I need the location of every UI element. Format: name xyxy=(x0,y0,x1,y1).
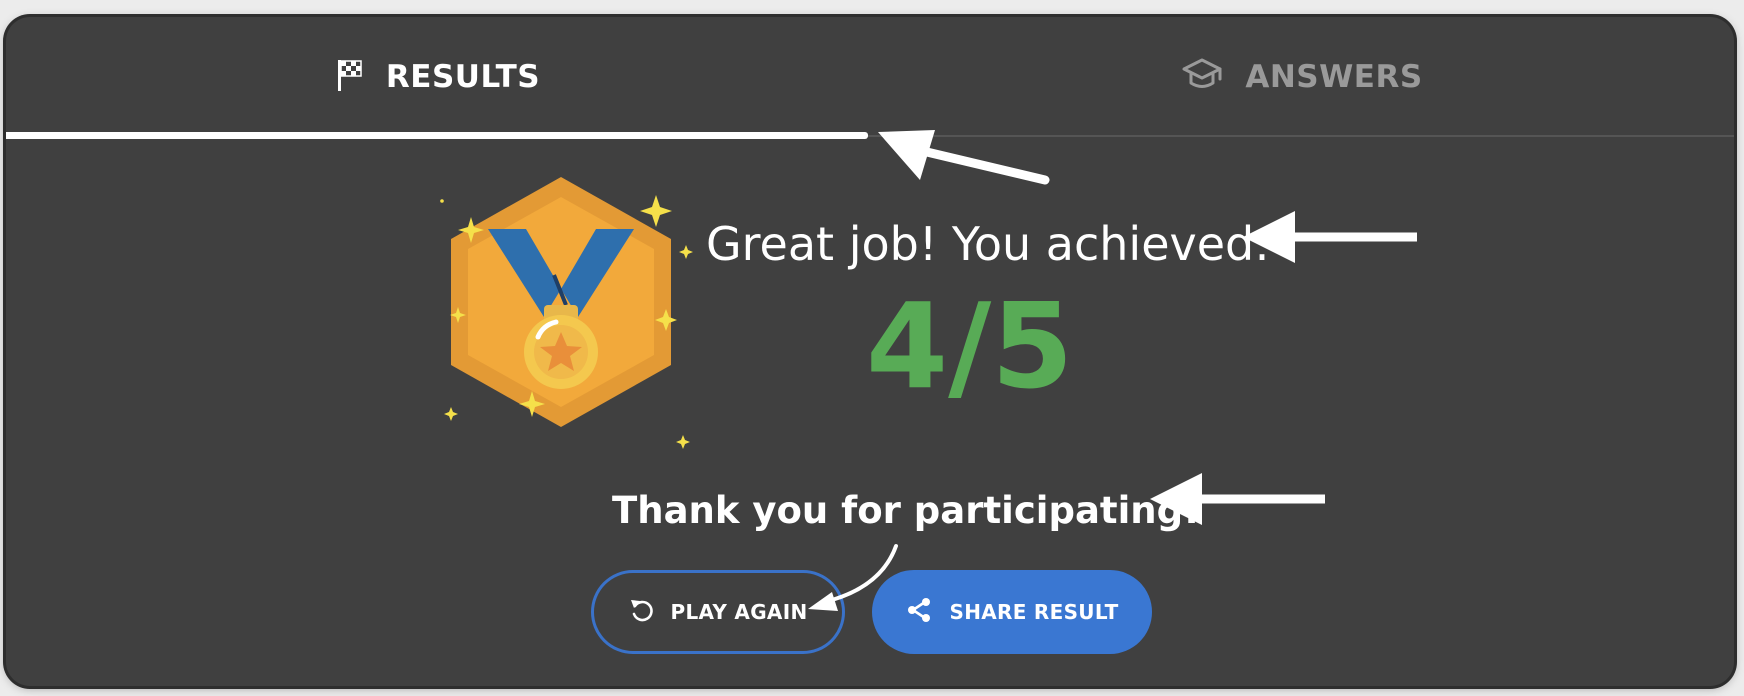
thanks-message: Thank you for participating! xyxy=(612,489,1200,532)
medal-badge-icon xyxy=(426,157,696,457)
share-icon xyxy=(905,596,933,628)
play-again-label: PLAY AGAIN xyxy=(670,600,808,624)
replay-icon xyxy=(629,597,655,627)
checkered-flag-icon xyxy=(336,58,364,96)
play-again-button[interactable]: PLAY AGAIN xyxy=(591,570,845,654)
share-result-button[interactable]: SHARE RESULT xyxy=(872,570,1152,654)
results-card: RESULTS ANSWERS Great job! You achieved:… xyxy=(6,17,1734,686)
share-result-label: SHARE RESULT xyxy=(949,600,1119,624)
active-tab-indicator xyxy=(6,132,868,139)
tab-answers[interactable]: ANSWERS xyxy=(870,17,1734,137)
tab-bar: RESULTS ANSWERS xyxy=(6,17,1734,139)
tab-results-label: RESULTS xyxy=(385,59,541,95)
graduation-cap-icon xyxy=(1181,57,1223,97)
result-headline: Great job! You achieved: xyxy=(706,217,1270,271)
score-value: 4/5 xyxy=(866,277,1074,415)
tab-answers-label: ANSWERS xyxy=(1245,59,1423,95)
tab-results[interactable]: RESULTS xyxy=(6,17,870,137)
